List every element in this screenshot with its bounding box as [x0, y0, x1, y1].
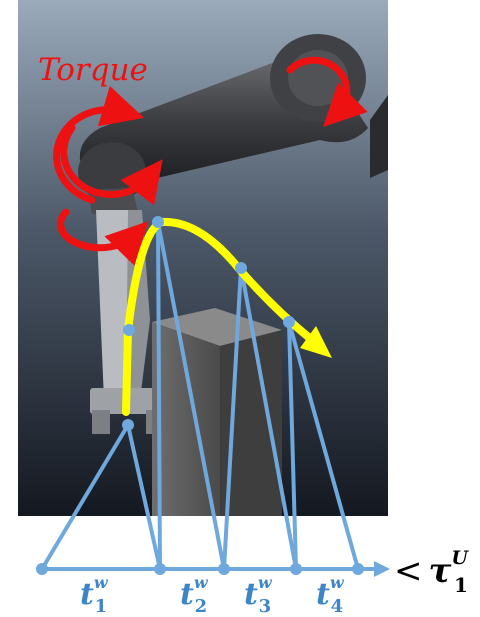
waypoint	[283, 316, 295, 328]
time-bound-label: < τU 1	[394, 547, 469, 597]
waypoint	[122, 419, 134, 431]
waypoint	[235, 262, 247, 274]
torque-label: Torque	[38, 52, 148, 88]
time-tick	[290, 563, 302, 575]
waypoint	[152, 216, 164, 228]
time-tick	[36, 563, 48, 575]
time-tick	[218, 563, 230, 575]
time-labels: tw 1 tw 2 tw 3 tw 4	[80, 573, 345, 617]
time-tick	[154, 563, 166, 575]
time-label-3: tw 3	[244, 573, 273, 617]
time-label-2: tw 2	[180, 573, 209, 617]
waypoint	[123, 324, 135, 336]
container-box	[152, 308, 282, 516]
time-label-1: tw 1	[80, 573, 109, 617]
diagram-canvas: Torque tw 1 tw 2 tw 3 tw 4 < τU 1	[18, 0, 469, 617]
time-tick	[352, 563, 364, 575]
robot-trajectory-diagram: Torque tw 1 tw 2 tw 3 tw 4 < τU 1	[0, 0, 480, 617]
time-label-4: tw 4	[316, 573, 345, 617]
